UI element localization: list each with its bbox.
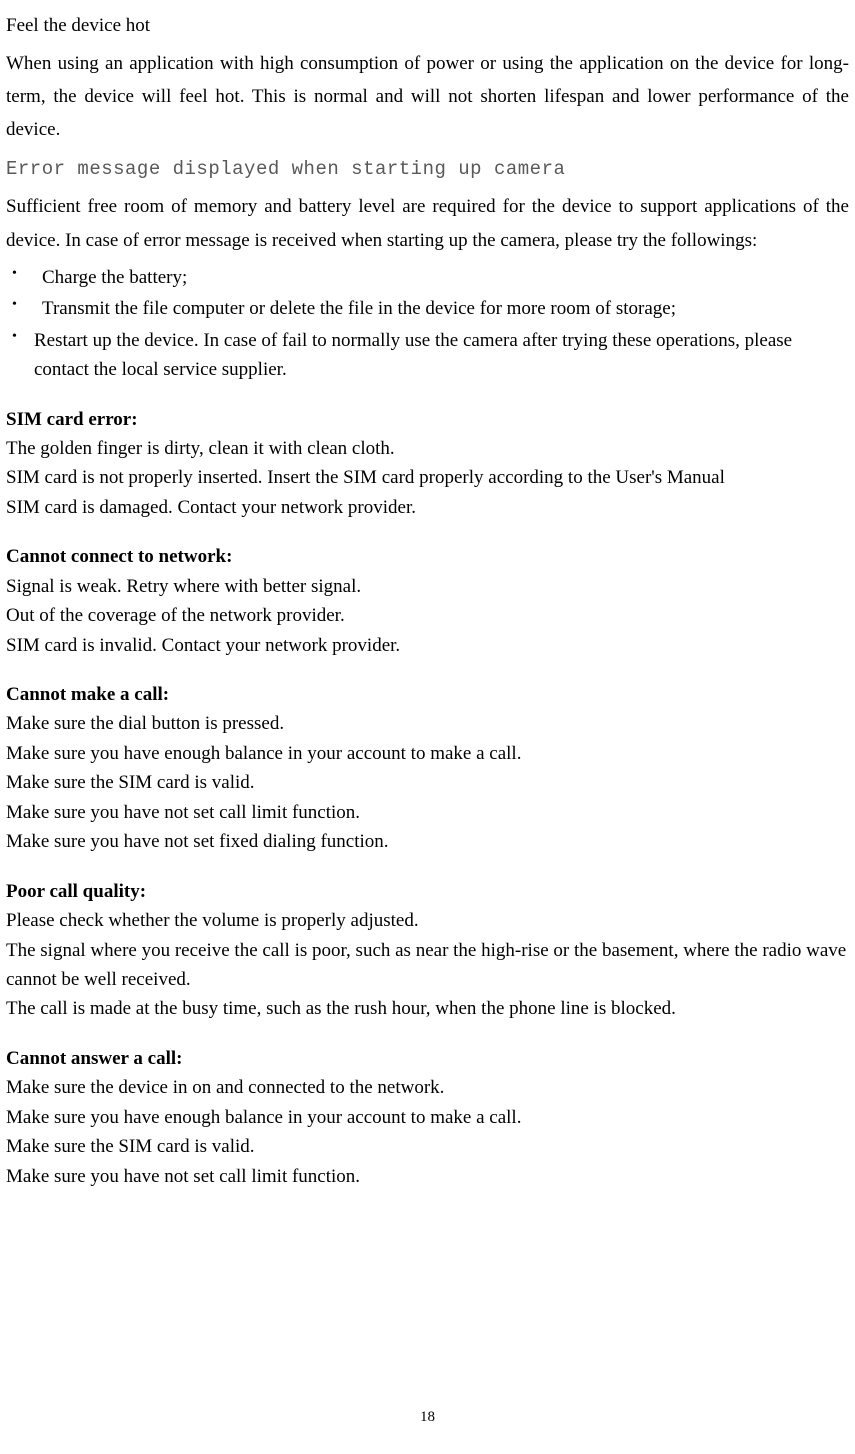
paragraph-feel-hot: When using an application with high cons… (6, 47, 849, 147)
section-line: Make sure you have enough balance in you… (6, 739, 849, 768)
section-line: Make sure you have enough balance in you… (6, 1103, 849, 1132)
bullet-item: Transmit the file computer or delete the… (6, 294, 849, 323)
section-line: Make sure the SIM card is valid. (6, 1132, 849, 1161)
section-line: Make sure the device in on and connected… (6, 1073, 849, 1102)
bullet-item: Restart up the device. In case of fail t… (6, 326, 849, 385)
section-line: The call is made at the busy time, such … (6, 994, 849, 1023)
section-line: SIM card is not properly inserted. Inser… (6, 463, 849, 492)
section-title: Cannot answer a call: (6, 1044, 849, 1073)
bullet-list: Charge the battery; Transmit the file co… (6, 263, 849, 385)
heading-camera-error: Error message displayed when starting up… (6, 158, 849, 180)
section-title: SIM card error: (6, 405, 849, 434)
section-cannot-call: Cannot make a call: Make sure the dial b… (6, 680, 849, 857)
section-cannot-connect: Cannot connect to network: Signal is wea… (6, 542, 849, 660)
section-cannot-answer: Cannot answer a call: Make sure the devi… (6, 1044, 849, 1191)
page-number: 18 (0, 1409, 855, 1426)
section-line: Out of the coverage of the network provi… (6, 601, 849, 630)
section-line: Make sure you have not set fixed dialing… (6, 827, 849, 856)
section-line: Make sure you have not set call limit fu… (6, 1162, 849, 1191)
document-content: Feel the device hot When using an applic… (0, 12, 855, 1191)
bullet-item: Charge the battery; (6, 263, 849, 292)
section-sim-error: SIM card error: The golden finger is dir… (6, 405, 849, 523)
section-line: Please check whether the volume is prope… (6, 906, 849, 935)
section-line: SIM card is damaged. Contact your networ… (6, 493, 849, 522)
paragraph-camera: Sufficient free room of memory and batte… (6, 190, 849, 257)
section-line: The signal where you receive the call is… (6, 936, 849, 995)
section-title: Cannot make a call: (6, 680, 849, 709)
section-line: Make sure the dial button is pressed. (6, 709, 849, 738)
section-title: Cannot connect to network: (6, 542, 849, 571)
section-line: The golden finger is dirty, clean it wit… (6, 434, 849, 463)
section-title: Poor call quality: (6, 877, 849, 906)
section-line: Make sure you have not set call limit fu… (6, 798, 849, 827)
section-line: Make sure the SIM card is valid. (6, 768, 849, 797)
section-poor-quality: Poor call quality: Please check whether … (6, 877, 849, 1024)
section-line: Signal is weak. Retry where with better … (6, 572, 849, 601)
section-line: SIM card is invalid. Contact your networ… (6, 631, 849, 660)
heading-feel-hot: Feel the device hot (6, 12, 849, 41)
